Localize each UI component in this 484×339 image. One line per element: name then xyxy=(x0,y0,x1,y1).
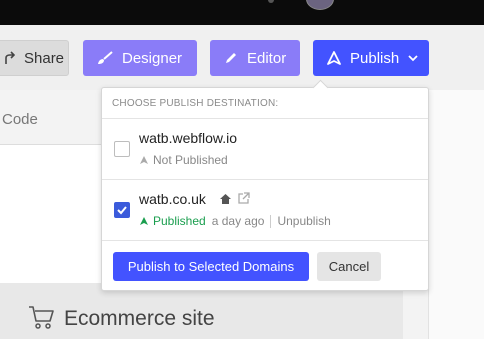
toolbar: Share Designer Editor Publish xyxy=(0,25,484,90)
brush-icon xyxy=(97,51,113,65)
publish-dropdown: CHOOSE PUBLISH DESTINATION: watb.webflow… xyxy=(101,79,429,291)
publish-selected-button[interactable]: Publish to Selected Domains xyxy=(113,252,309,281)
designer-label: Designer xyxy=(122,49,183,67)
divider xyxy=(102,240,428,241)
cart-icon xyxy=(28,305,54,334)
publish-label: Publish xyxy=(350,49,400,67)
share-icon xyxy=(5,51,15,65)
share-label: Share xyxy=(24,49,65,67)
unpublish-link[interactable]: Unpublish xyxy=(277,214,330,228)
dropdown-header: CHOOSE PUBLISH DESTINATION: xyxy=(112,98,279,109)
domain-name: watb.webflow.io xyxy=(139,130,238,146)
publish-button[interactable]: Publish xyxy=(313,40,429,76)
status-text: Not Published xyxy=(153,153,228,167)
publish-icon xyxy=(327,51,341,65)
external-link-icon[interactable] xyxy=(237,192,250,205)
chevron-down-icon xyxy=(408,54,418,62)
ecommerce-site-title: Ecommerce site xyxy=(64,307,215,330)
divider xyxy=(270,214,272,228)
avatar[interactable] xyxy=(306,0,334,10)
caret-icon xyxy=(268,0,274,3)
pencil-icon xyxy=(224,51,238,65)
domain-name: watb.co.uk xyxy=(139,191,206,207)
editor-button[interactable]: Editor xyxy=(210,40,300,76)
domain-row-custom[interactable]: watb.co.uk Published a day ago Unpublish xyxy=(102,180,428,240)
home-icon xyxy=(219,193,232,205)
code-tab[interactable]: Code xyxy=(2,111,38,128)
designer-button[interactable]: Designer xyxy=(83,40,197,76)
published-time: a day ago xyxy=(211,214,265,228)
domain-checkbox-custom[interactable] xyxy=(114,202,130,218)
domain-row-webflow[interactable]: watb.webflow.io Not Published xyxy=(102,119,428,179)
cancel-button[interactable]: Cancel xyxy=(317,252,381,281)
editor-label: Editor xyxy=(247,49,287,67)
ecommerce-site-card[interactable]: Ecommerce site xyxy=(0,283,403,339)
publish-status-icon xyxy=(139,155,149,165)
domain-status: Published a day ago Unpublish xyxy=(139,214,331,228)
status-text: Published xyxy=(153,214,206,228)
domain-status: Not Published xyxy=(139,153,228,167)
publish-status-icon xyxy=(139,216,149,226)
top-bar xyxy=(0,0,484,25)
domain-checkbox-webflow[interactable] xyxy=(114,141,130,157)
share-button[interactable]: Share xyxy=(0,40,69,76)
right-panel xyxy=(428,90,484,339)
